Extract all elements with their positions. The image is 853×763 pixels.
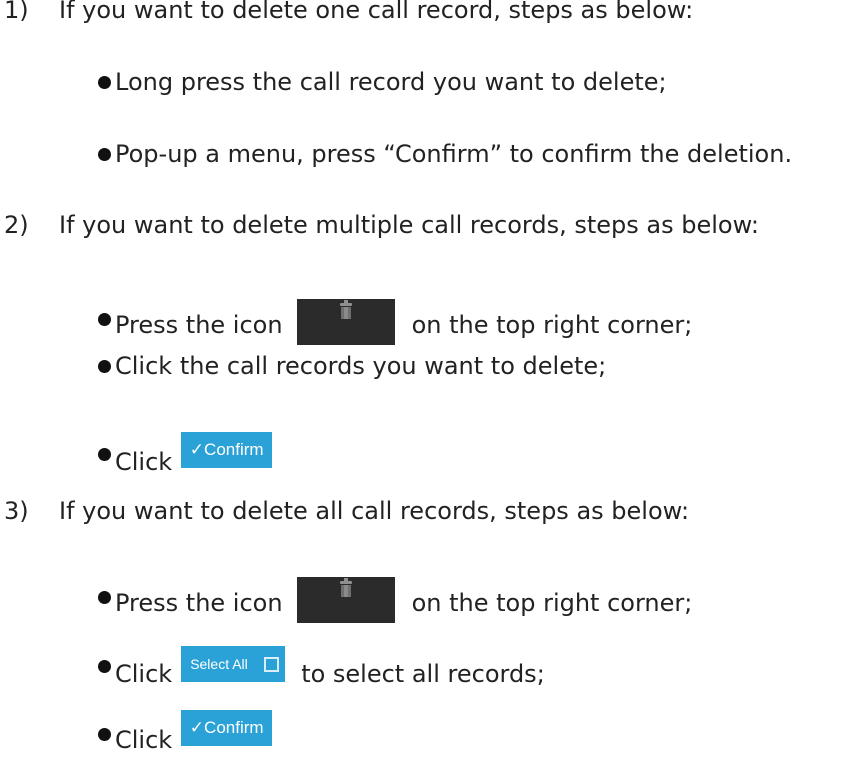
section-number: 3): [4, 497, 29, 525]
section-heading-text: If you want to delete multiple call reco…: [59, 211, 759, 239]
step-text: Click the call records you want to delet…: [115, 352, 607, 380]
trash-icon[interactable]: [296, 577, 395, 623]
section-heading-text: If you want to delete all call records, …: [59, 497, 690, 525]
confirm-button[interactable]: ✓Confirm: [181, 432, 273, 468]
bullet-icon: [98, 359, 111, 373]
step-text: Pop-up a menu, press “Confirm” to confir…: [115, 140, 793, 168]
confirm-button[interactable]: ✓Confirm: [181, 710, 273, 746]
section-number: 2): [4, 211, 29, 239]
step-text: Click ✓Confirm: [115, 710, 273, 758]
step-text-after: on the top right corner;: [411, 589, 693, 617]
step-text: Click ✓Confirm: [115, 432, 273, 480]
step-text: Long press the call record you want to d…: [115, 68, 667, 96]
step-text: Press the icon on the top right corner;: [115, 299, 693, 345]
section-number: 1): [4, 0, 29, 24]
bullet-icon: [98, 591, 111, 604]
step-text-before: Click: [115, 660, 173, 688]
section-heading-text: If you want to delete one call record, s…: [59, 0, 694, 24]
bullet-icon: [98, 448, 111, 461]
step-text: Click Select All to select all records;: [115, 646, 545, 692]
bullet-icon: [98, 75, 111, 89]
bullet-icon: [98, 313, 111, 326]
bullet-icon: [98, 660, 111, 673]
bullet-icon: [98, 147, 111, 161]
checkbox-icon[interactable]: [263, 656, 279, 672]
step-text-after: on the top right corner;: [411, 311, 693, 339]
trash-icon[interactable]: [296, 299, 395, 345]
step-text-before: Press the icon: [115, 589, 283, 617]
step-text: Press the icon on the top right corner;: [115, 577, 693, 623]
step-text-after: to select all records;: [301, 660, 545, 688]
step-text-before: Click: [115, 448, 173, 476]
step-text-before: Click: [115, 726, 173, 754]
select-all-label: Select All: [190, 656, 248, 672]
select-all-button[interactable]: Select All: [181, 646, 286, 682]
step-text-before: Press the icon: [115, 311, 283, 339]
bullet-icon: [98, 728, 111, 741]
